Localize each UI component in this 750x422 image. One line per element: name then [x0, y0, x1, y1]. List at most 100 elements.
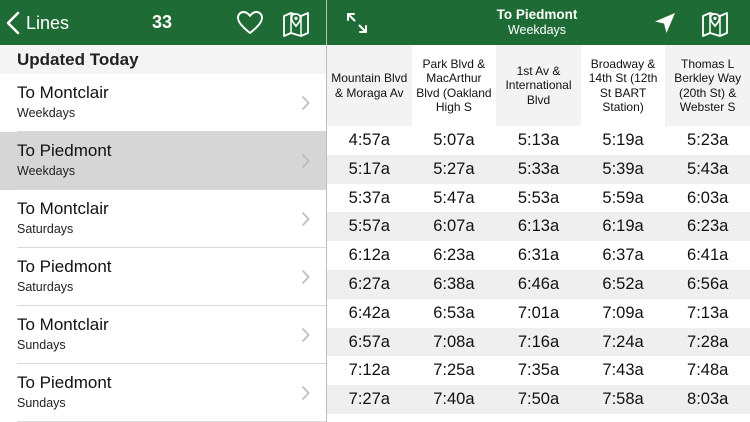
time-cell: 6:23a: [687, 217, 729, 236]
list-item[interactable]: To Montclair Weekdays: [0, 74, 326, 132]
list-item-title: To Montclair: [17, 83, 109, 102]
time-cell: 6:46a: [517, 274, 560, 293]
right-nav-bar: To Piedmont Weekdays: [327, 0, 750, 45]
time-cell: 7:09a: [602, 303, 644, 322]
time-cell: 5:17a: [348, 159, 390, 178]
left-nav-bar: Lines 33: [0, 0, 326, 45]
list-item-subtitle: Weekdays: [17, 164, 76, 178]
schedule-direction: To Piedmont: [496, 7, 578, 22]
time-cell: 7:01a: [517, 303, 560, 322]
line-list-pane: Lines 33 Updated Today To Montclair Week…: [0, 0, 326, 422]
time-cell: 5:43a: [687, 159, 729, 178]
time-cell: 6:57a: [348, 332, 390, 351]
section-header: Updated Today: [0, 45, 326, 74]
back-button-label: Lines: [26, 12, 70, 33]
time-cell: 7:43a: [602, 361, 644, 380]
time-cell: 7:27a: [348, 390, 390, 409]
time-cell: 5:53a: [517, 188, 560, 207]
map-pin-icon[interactable]: [282, 9, 310, 37]
table-row: 7:12a 7:25a 7:35a 7:43a 7:48a: [327, 356, 750, 385]
time-cell: 7:12a: [348, 361, 390, 380]
table-row: 6:42a 6:53a 7:01a 7:09a 7:13a: [327, 299, 750, 328]
list-item-title: To Montclair: [17, 199, 109, 218]
time-cell: 7:48a: [687, 361, 729, 380]
time-cell: 6:12a: [348, 246, 390, 265]
time-cell: 7:28a: [687, 332, 729, 351]
time-cell: 7:16a: [517, 332, 560, 351]
times-table: 4:57a 5:07a 5:13a 5:19a 5:23a 5:17a 5:27…: [327, 126, 750, 414]
direction-list: To Montclair Weekdays To Piedmont Weekda…: [0, 74, 326, 422]
list-item-title: To Piedmont: [17, 373, 112, 392]
list-item-subtitle: Sundays: [17, 338, 66, 352]
list-item-title: To Piedmont: [17, 141, 112, 160]
list-item[interactable]: To Piedmont Saturdays: [0, 248, 326, 306]
time-cell: 5:19a: [602, 131, 644, 149]
heart-icon[interactable]: [236, 10, 264, 36]
time-cell: 5:47a: [433, 188, 475, 207]
time-cell: 5:13a: [517, 131, 560, 149]
stop-column-header: 1st Av & International Blvd: [496, 45, 581, 126]
location-arrow-icon[interactable]: [653, 11, 677, 35]
time-cell: 7:35a: [517, 361, 560, 380]
time-cell: 5:27a: [433, 159, 475, 178]
time-cell: 6:42a: [348, 303, 390, 322]
time-cell: 4:57a: [348, 131, 390, 149]
chevron-right-icon: [301, 269, 310, 285]
back-button[interactable]: Lines: [6, 8, 69, 38]
time-cell: 7:13a: [687, 303, 729, 322]
time-cell: 6:23a: [433, 246, 475, 265]
list-item-subtitle: Weekdays: [17, 106, 76, 120]
time-cell: 6:56a: [687, 274, 729, 293]
time-cell: 8:03a: [687, 390, 729, 409]
table-row: 5:17a 5:27a 5:33a 5:39a 5:43a: [327, 154, 750, 184]
list-item-subtitle: Sundays: [17, 396, 66, 410]
time-cell: 7:24a: [602, 332, 644, 351]
chevron-right-icon: [301, 327, 310, 343]
time-cell: 5:23a: [687, 131, 729, 149]
time-cell: 6:41a: [687, 246, 729, 265]
time-cell: 5:39a: [602, 159, 644, 178]
chevron-right-icon: [301, 153, 310, 169]
chevron-right-icon: [301, 95, 310, 111]
list-item-title: To Piedmont: [17, 257, 112, 276]
table-row: 5:37a 5:47a 5:53a 5:59a 6:03a: [327, 184, 750, 213]
time-cell: 7:08a: [433, 332, 475, 351]
time-cell: 5:57a: [348, 217, 390, 236]
table-row: 6:27a 6:38a 6:46a 6:52a 6:56a: [327, 269, 750, 299]
route-number: 33: [152, 12, 173, 32]
table-row: 7:27a 7:40a 7:50a 7:58a 8:03a: [327, 385, 750, 414]
chevron-right-icon: [301, 211, 310, 227]
table-row: 5:57a 6:07a 6:13a 6:19a 6:23a: [327, 212, 750, 242]
schedule-day-type: Weekdays: [507, 23, 567, 37]
time-cell: 5:33a: [517, 159, 560, 178]
time-cell: 6:19a: [602, 217, 644, 236]
stop-column-header: Mountain Blvd & Moraga Av: [327, 45, 412, 126]
schedule-pane: To Piedmont Weekdays Mountain Blvd & Mor…: [327, 0, 750, 422]
time-cell: 6:52a: [602, 274, 644, 293]
time-cell: 6:13a: [517, 217, 560, 236]
list-item-subtitle: Saturdays: [17, 280, 74, 294]
time-cell: 6:27a: [348, 274, 390, 293]
expand-arrows-icon[interactable]: [345, 11, 369, 35]
schedule-title: To Piedmont Weekdays: [437, 7, 637, 37]
map-pin-icon[interactable]: [701, 9, 729, 37]
time-cell: 7:50a: [517, 390, 560, 409]
list-item-selected[interactable]: To Piedmont Weekdays: [0, 132, 326, 190]
stop-column-header: Park Blvd & MacArthur Blvd (Oakland High…: [411, 45, 497, 126]
time-cell: 7:40a: [433, 390, 475, 409]
list-item-subtitle: Saturdays: [17, 222, 74, 236]
time-cell: 6:53a: [433, 303, 475, 322]
time-cell: 6:31a: [517, 246, 560, 265]
stop-column-header: Thomas L Berkley Way (20th St) & Webster…: [665, 45, 750, 126]
list-item-title: To Montclair: [17, 315, 109, 334]
time-cell: 5:59a: [602, 188, 644, 207]
list-item[interactable]: To Piedmont Sundays: [0, 364, 326, 422]
table-row: 6:12a 6:23a 6:31a 6:37a 6:41a: [327, 241, 750, 270]
time-cell: 6:37a: [602, 246, 644, 265]
time-cell: 5:37a: [348, 188, 390, 207]
list-item[interactable]: To Montclair Saturdays: [0, 190, 326, 248]
list-item[interactable]: To Montclair Sundays: [0, 306, 326, 364]
time-cell: 6:03a: [687, 188, 729, 207]
chevron-left-icon: [6, 11, 20, 35]
table-row: 4:57a 5:07a 5:13a 5:19a 5:23a: [327, 126, 750, 155]
